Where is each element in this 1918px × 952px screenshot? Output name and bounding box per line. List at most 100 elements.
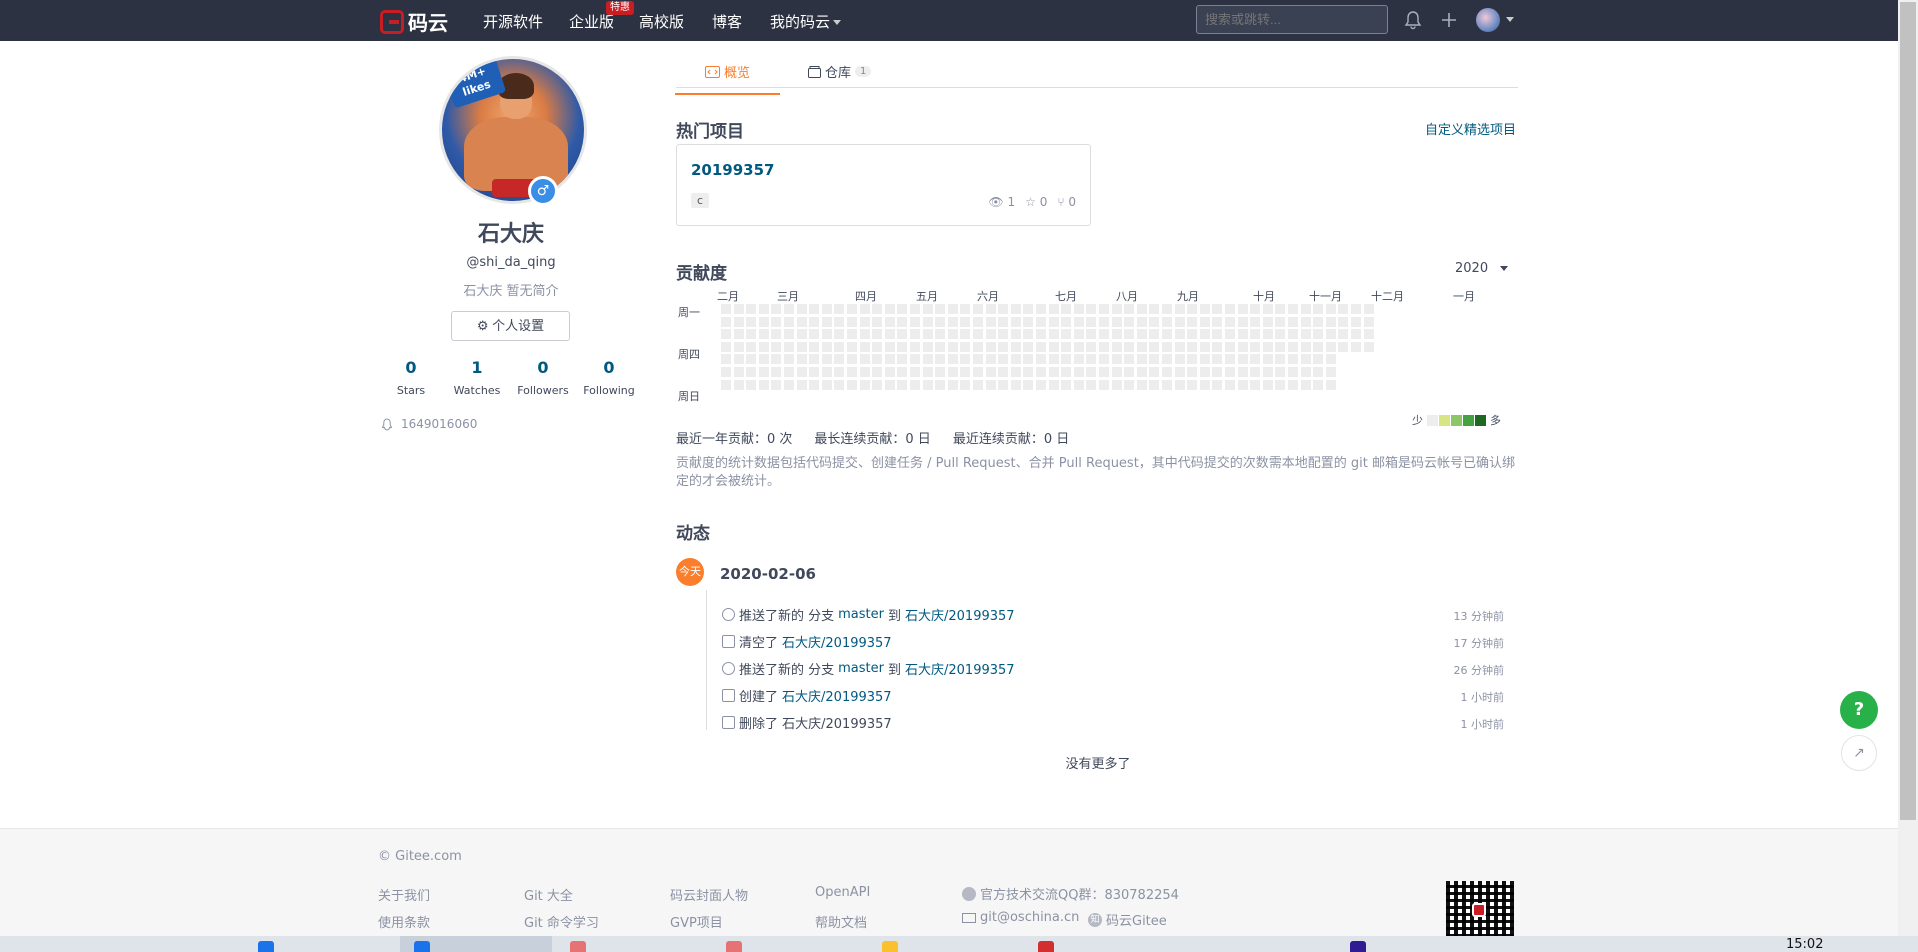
footer-zhihu[interactable]: 知 码云Gitee <box>1088 910 1167 929</box>
heatmap-cell <box>732 378 745 391</box>
heatmap-cell <box>871 340 884 353</box>
heatmap-cell <box>1261 328 1274 341</box>
footer-openapi[interactable]: OpenAPI <box>815 885 870 900</box>
heatmap-cell <box>1035 378 1047 391</box>
search-input[interactable] <box>1196 5 1388 34</box>
taskbar-browser-icon[interactable] <box>414 941 430 952</box>
heatmap-cell <box>1035 340 1047 353</box>
heatmap-cell <box>984 303 997 315</box>
footer-gvp[interactable]: GVP项目 <box>670 912 723 931</box>
avatar-chevron-down-icon[interactable] <box>1506 17 1514 22</box>
plus-icon[interactable] <box>1438 9 1460 31</box>
stat-following[interactable]: 0 Following <box>576 358 642 397</box>
heatmap-cell <box>1236 328 1249 341</box>
bell-icon[interactable] <box>1402 9 1424 31</box>
heatmap-cell <box>858 340 871 353</box>
heatmap-cell <box>896 366 909 378</box>
heatmap-cell <box>1299 366 1312 378</box>
watch-stat: 👁 1 <box>988 195 1015 209</box>
footer-email[interactable]: git@oschina.cn <box>962 910 1079 925</box>
heatmap-cell <box>921 315 934 328</box>
taskbar-app-icon[interactable] <box>258 941 274 952</box>
footer-help-docs[interactable]: 帮助文档 <box>815 912 867 931</box>
customize-featured-link[interactable]: 自定义精选项目 <box>1425 119 1516 138</box>
feed-repo-link[interactable]: 石大庆/20199357 <box>905 605 1015 624</box>
footer-git-guide[interactable]: Git 大全 <box>524 885 573 904</box>
user-avatar-menu[interactable] <box>1476 8 1500 32</box>
heatmap-cell <box>883 303 896 315</box>
taskbar-app-icon[interactable] <box>726 941 742 952</box>
heatmap-cell <box>1035 353 1047 366</box>
heatmap-cell <box>795 353 808 366</box>
hot-projects-title: 热门项目 <box>676 122 744 142</box>
heatmap-cell <box>1324 340 1337 353</box>
legend-more: 多 <box>1490 414 1501 427</box>
nav-blog[interactable]: 博客 <box>712 11 742 32</box>
stat-watches[interactable]: 1 Watches <box>444 358 510 397</box>
nav-my-gitee[interactable]: 我的码云 <box>770 11 842 32</box>
heatmap-cell <box>896 340 909 353</box>
heatmap-cell <box>1047 303 1060 315</box>
nav-university[interactable]: 高校版 <box>639 11 684 32</box>
feed-repo-link[interactable]: 石大庆/20199357 <box>782 632 892 651</box>
project-name-link[interactable]: 20199357 <box>691 161 775 179</box>
heatmap-cell <box>1274 378 1287 391</box>
heatmap-cell <box>871 366 884 378</box>
nav-open-source[interactable]: 开源软件 <box>483 11 543 32</box>
taskbar-app-icon[interactable] <box>1350 941 1366 952</box>
heatmap-cell <box>1110 315 1123 328</box>
gitee-logo[interactable]: 码云 <box>380 7 448 36</box>
share-icon[interactable]: ↗ <box>1841 735 1877 771</box>
footer-about[interactable]: 关于我们 <box>378 885 430 904</box>
heatmap-cell <box>1224 315 1236 328</box>
feed-repo-link[interactable]: 石大庆/20199357 <box>905 659 1015 678</box>
heatmap-cell <box>946 315 959 328</box>
heatmap-cell <box>1148 303 1161 315</box>
heatmap-cell <box>745 340 758 353</box>
stat-stars[interactable]: 0 Stars <box>378 358 444 397</box>
heatmap-cell <box>1312 340 1325 353</box>
footer-cover-people[interactable]: 码云封面人物 <box>670 885 748 904</box>
heatmap-cell <box>1173 366 1186 378</box>
heatmap-cell <box>1324 378 1337 391</box>
top-navbar <box>0 0 1898 41</box>
heatmap-cell <box>896 315 909 328</box>
heatmap-cell <box>757 366 770 378</box>
personal-settings-button[interactable]: ⚙ 个人设置 <box>451 311 570 341</box>
tab-repositories[interactable]: 仓库 1 <box>808 62 872 81</box>
heatmap-cell <box>1224 303 1236 315</box>
os-taskbar <box>0 936 1918 952</box>
heatmap-cell <box>946 303 959 315</box>
feed-repo-link[interactable]: 石大庆/20199357 <box>782 686 892 705</box>
heatmap-cell <box>1123 353 1136 366</box>
heatmap-cell <box>997 366 1010 378</box>
heatmap-cell <box>871 353 884 366</box>
heatmap-cell <box>820 378 833 391</box>
taskbar-app-icon[interactable] <box>570 941 586 952</box>
taskbar-app-icon[interactable] <box>1038 941 1054 952</box>
project-card[interactable]: 20199357 c 👁 1 ☆ 0 ⑂ 0 <box>676 144 1091 226</box>
feed-date: 2020-02-06 <box>720 565 816 583</box>
help-button[interactable]: ? <box>1840 691 1878 729</box>
heatmap-cell <box>1022 340 1035 353</box>
legend-less: 少 <box>1412 414 1423 427</box>
feed-branch-link[interactable]: master <box>838 661 884 676</box>
taskbar-app-icon[interactable] <box>882 941 898 952</box>
weekday-label: 周日 <box>678 390 700 403</box>
year-select[interactable]: 2020 <box>1455 261 1509 276</box>
tab-overview[interactable]: 概览 <box>674 62 781 95</box>
month-label: 二月 <box>717 290 739 303</box>
heatmap-cell <box>1299 353 1312 366</box>
stat-followers[interactable]: 0 Followers <box>510 358 576 397</box>
heatmap-cell <box>757 378 770 391</box>
heatmap-cell <box>808 328 821 341</box>
footer-terms[interactable]: 使用条款 <box>378 912 430 931</box>
feed-branch-link[interactable]: master <box>838 607 884 622</box>
star-count: 0 <box>1039 195 1048 209</box>
heatmap-cell <box>1211 378 1224 391</box>
scrollbar-thumb[interactable] <box>1900 2 1916 820</box>
feed-time: 26 分钟前 <box>1453 664 1505 677</box>
contribution-title: 贡献度 <box>676 264 727 284</box>
heatmap-cell <box>1299 315 1312 328</box>
footer-git-learn[interactable]: Git 命令学习 <box>524 912 599 931</box>
